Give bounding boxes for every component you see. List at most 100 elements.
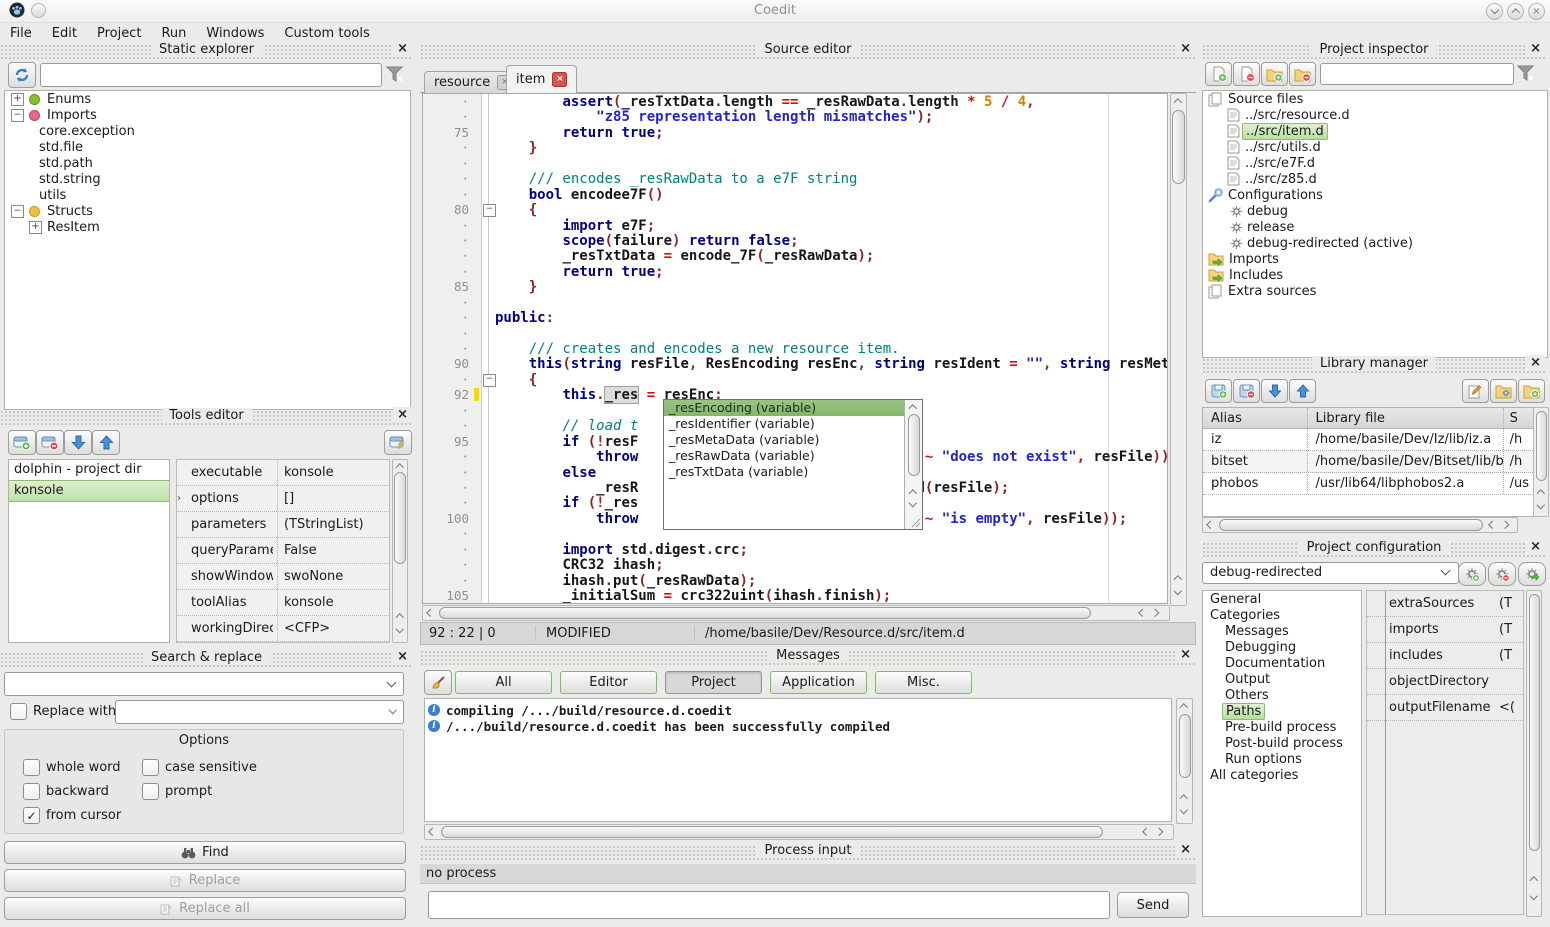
filter-editor-button[interactable]: Editor [560, 671, 657, 694]
add-tool-button[interactable] [8, 430, 36, 455]
library-row[interactable]: iz /home/basile/Dev/Iz/lib/iz.a /h [1203, 429, 1533, 451]
replace-all-button[interactable]: Replace all [4, 897, 406, 920]
library-table-header[interactable]: Alias Library file S [1203, 408, 1533, 429]
tree-item-std-path[interactable]: std.path [5, 155, 410, 171]
completion-item[interactable]: _resIdentifier (variable) [664, 416, 905, 432]
remove-tool-button[interactable] [36, 430, 64, 455]
add-source-button[interactable] [1205, 62, 1232, 86]
property-value[interactable]: (T [1499, 648, 1519, 663]
case-sensitive-checkbox[interactable] [142, 759, 159, 776]
property-row[interactable]: queryParametersFalse [177, 538, 389, 564]
close-panel-icon[interactable] [1526, 539, 1545, 554]
whole-word-checkbox[interactable] [23, 759, 40, 776]
config-vscrollbar[interactable] [1526, 590, 1542, 917]
tree-item-imports[interactable]: Imports [5, 107, 410, 123]
property-value[interactable]: <CFP> [284, 621, 384, 636]
tree-group-configurations[interactable]: Configurations [1203, 187, 1547, 203]
add-folder-button[interactable] [1261, 62, 1288, 86]
close-tab-icon[interactable] [552, 72, 567, 87]
send-button[interactable]: Send [1117, 892, 1189, 918]
property-row[interactable]: parameters(TStringList) [177, 512, 389, 538]
completion-popup[interactable]: _resEncoding (variable)_resIdentifier (v… [663, 399, 923, 530]
close-panel-icon[interactable] [1176, 41, 1195, 56]
category-documentation[interactable]: Documentation [1203, 655, 1361, 671]
completion-item[interactable]: _resRawData (variable) [664, 448, 905, 464]
filter-misc-button[interactable]: Misc. [875, 671, 972, 694]
tree-item-source-file-selected[interactable]: ../src/item.d [1203, 123, 1547, 139]
edit-alias-button[interactable] [1462, 379, 1489, 403]
move-tool-up-button[interactable] [92, 430, 120, 455]
property-value[interactable]: konsole [284, 465, 384, 480]
maximize-icon[interactable] [1507, 3, 1524, 20]
symbol-search-input[interactable] [40, 63, 382, 87]
property-value[interactable]: (T [1499, 622, 1519, 637]
library-vscrollbar[interactable] [1533, 407, 1549, 517]
expander-minus-icon[interactable] [11, 109, 24, 122]
remove-source-button[interactable] [1233, 62, 1260, 86]
tree-item-std-string[interactable]: std.string [5, 171, 410, 187]
property-value[interactable]: konsole [284, 595, 384, 610]
category-categories[interactable]: Categories [1203, 607, 1361, 623]
property-value[interactable]: (T [1499, 596, 1519, 611]
property-value[interactable]: False [284, 543, 384, 558]
move-tool-down-button[interactable] [64, 430, 92, 455]
find-button[interactable]: Find [4, 841, 406, 864]
expander-plus-icon[interactable] [11, 93, 24, 106]
config-property-row[interactable]: objectDirectory [1367, 669, 1523, 695]
messages-hscrollbar[interactable] [424, 824, 1174, 840]
close-panel-icon[interactable] [1526, 355, 1545, 370]
category-output[interactable]: Output [1203, 671, 1361, 687]
expander-minus-icon[interactable] [11, 205, 24, 218]
property-row[interactable]: toolAliaskonsole [177, 590, 389, 616]
prompt-checkbox[interactable] [142, 783, 159, 800]
category-post-build[interactable]: Post-build process [1203, 735, 1361, 751]
config-property-row[interactable]: extraSources(T [1367, 591, 1523, 617]
tools-grid-scrollbar[interactable] [392, 459, 408, 643]
property-value[interactable]: <( [1499, 700, 1519, 715]
register-project-library-button[interactable] [1490, 379, 1517, 403]
tree-item-config-active[interactable]: debug-redirected (active) [1203, 235, 1547, 251]
property-row[interactable]: ›options[] [177, 486, 389, 512]
tree-group-source-files[interactable]: Source files [1203, 91, 1547, 107]
backward-checkbox[interactable] [23, 783, 40, 800]
from-cursor-checkbox[interactable] [23, 807, 40, 824]
search-term-combo[interactable] [4, 672, 404, 696]
chevron-down-icon[interactable] [388, 706, 396, 714]
menu-custom-tools[interactable]: Custom tools [274, 25, 379, 42]
configuration-select[interactable]: debug-redirected [1202, 562, 1459, 584]
refresh-button[interactable] [8, 62, 36, 88]
menu-file[interactable]: File [0, 25, 42, 42]
add-library-button[interactable] [1205, 379, 1232, 403]
tree-item-source-file[interactable]: ../src/z85.d [1203, 171, 1547, 187]
filter-application-button[interactable]: Application [770, 671, 867, 694]
filter-all-button[interactable]: All [455, 671, 552, 694]
chevron-down-icon[interactable] [1441, 566, 1451, 576]
tree-group-imports[interactable]: Imports [1203, 251, 1547, 267]
remove-folder-button[interactable] [1289, 62, 1316, 86]
tab-item[interactable]: item [506, 65, 577, 93]
add-configuration-button[interactable] [1458, 562, 1486, 586]
category-debugging[interactable]: Debugging [1203, 639, 1361, 655]
chevron-down-icon[interactable] [387, 678, 397, 688]
library-row[interactable]: bitset /home/basile/Dev/Bitset/lib/bitse… [1203, 451, 1533, 473]
tree-item-resitem[interactable]: ResItem [5, 219, 410, 235]
tree-item-source-file[interactable]: ../src/utils.d [1203, 139, 1547, 155]
filter-icon[interactable] [1516, 63, 1536, 87]
property-row[interactable]: workingDirectory<CFP> [177, 616, 389, 642]
tree-item-structs[interactable]: Structs [5, 203, 410, 219]
open-library-file-button[interactable] [1518, 379, 1545, 403]
library-row[interactable]: phobos /usr/lib64/libphobos2.a /us [1203, 473, 1533, 495]
category-general[interactable]: General [1203, 591, 1361, 607]
completion-item[interactable]: _resTxtData (variable) [664, 464, 905, 480]
config-property-row[interactable]: includes(T [1367, 643, 1523, 669]
tree-group-includes[interactable]: Includes [1203, 267, 1547, 283]
property-value[interactable]: (TStringList) [284, 517, 384, 532]
clone-configuration-button[interactable] [1518, 562, 1546, 586]
category-pre-build[interactable]: Pre-build process [1203, 719, 1361, 735]
tree-item-config[interactable]: release [1203, 219, 1547, 235]
editor-vscrollbar[interactable] [1170, 93, 1187, 606]
messages-vscrollbar[interactable] [1176, 698, 1193, 824]
tree-item-config[interactable]: debug [1203, 203, 1547, 219]
tool-item[interactable]: dolphin - project dir [9, 460, 169, 480]
message-row[interactable]: compiling /.../build/resource.d.coedit [425, 702, 1171, 718]
